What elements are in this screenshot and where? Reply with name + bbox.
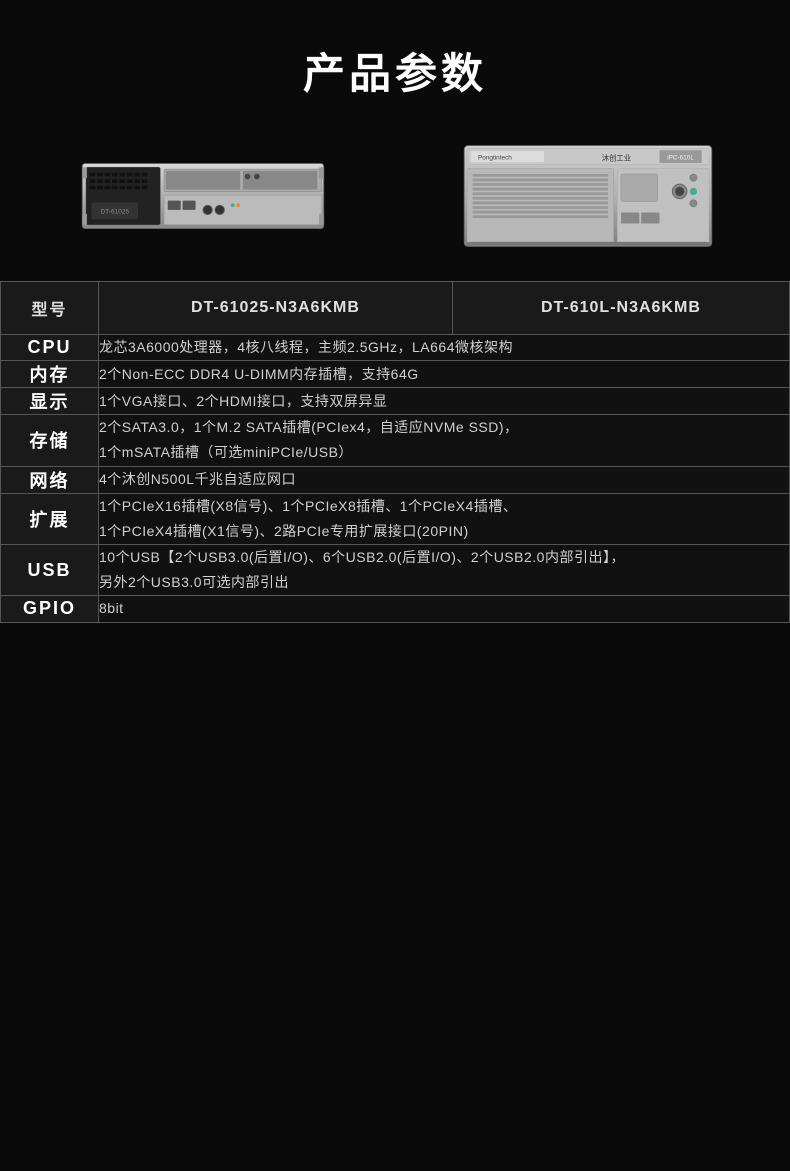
label-network: 网络 [1,466,99,493]
header-label-cell: 型号 [1,282,99,335]
spec-row-memory: 内存 2个Non-ECC DDR4 U-DIMM内存插槽，支持64G [1,361,790,388]
spec-row-usb: USB 10个USB【2个USB3.0(后置I/O)、6个USB2.0(后置I/… [1,544,790,595]
value-display: 1个VGA接口、2个HDMI接口，支持双屏异显 [99,388,790,415]
spec-row-display: 显示 1个VGA接口、2个HDMI接口，支持双屏异显 [1,388,790,415]
value-cpu: 龙芯3A6000处理器，4核八线程，主频2.5GHz，LA664微核架构 [99,335,790,361]
value-storage: 2个SATA3.0，1个M.2 SATA插槽(PCIex4，自适应NVMe SS… [99,415,790,466]
product-image-4u: Pongtintech 沐创工业 iPC-610L [425,141,750,251]
svg-text:Pongtintech: Pongtintech [478,154,512,161]
header-row: 型号 DT-61025-N3A6KMB DT-610L-N3A6KMB [1,282,790,335]
value-usb: 10个USB【2个USB3.0(后置I/O)、6个USB2.0(后置I/O)、2… [99,544,790,595]
value-network: 4个沐创N500L千兆自适应网口 [99,466,790,493]
label-memory: 内存 [1,361,99,388]
product-images-row: DT-61025 [0,131,790,261]
page-title: 产品参数 [0,20,790,101]
model1-cell: DT-61025-N3A6KMB [99,282,453,335]
spec-row-expansion: 扩展 1个PCIeX16插槽(X8信号)、1个PCIeX8插槽、1个PCIeX4… [1,493,790,544]
svg-text:沐创工业: 沐创工业 [601,153,630,162]
value-memory: 2个Non-ECC DDR4 U-DIMM内存插槽，支持64G [99,361,790,388]
label-expansion: 扩展 [1,493,99,544]
spec-row-gpio: GPIO 8bit [1,596,790,622]
model2-cell: DT-610L-N3A6KMB [452,282,789,335]
spec-row-network: 网络 4个沐创N500L千兆自适应网口 [1,466,790,493]
label-gpio: GPIO [1,596,99,622]
label-cpu: CPU [1,335,99,361]
svg-text:DT-61025: DT-61025 [100,209,129,216]
label-storage: 存储 [1,415,99,466]
value-gpio: 8bit [99,596,790,622]
label-usb: USB [1,544,99,595]
spec-row-cpu: CPU 龙芯3A6000处理器，4核八线程，主频2.5GHz，LA664微核架构 [1,335,790,361]
product-image-2u: DT-61025 [40,151,365,241]
svg-text:iPC-610L: iPC-610L [667,154,694,161]
spec-row-storage: 存储 2个SATA3.0，1个M.2 SATA插槽(PCIex4，自适应NVMe… [1,415,790,466]
label-display: 显示 [1,388,99,415]
value-expansion: 1个PCIeX16插槽(X8信号)、1个PCIeX8插槽、1个PCIeX4插槽、… [99,493,790,544]
spec-table: 型号 DT-61025-N3A6KMB DT-610L-N3A6KMB CPU … [0,281,790,623]
page-wrapper: 产品参数 [0,0,790,663]
